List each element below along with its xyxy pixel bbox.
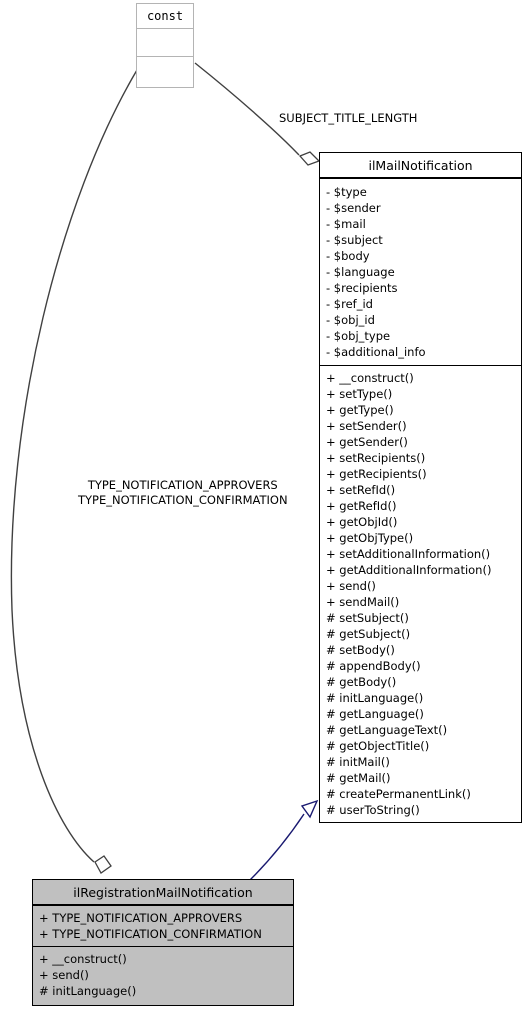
operation-row: + getType(): [326, 403, 394, 417]
operation-row: + setSender(): [326, 419, 407, 433]
attribute-row: - $type: [326, 185, 367, 199]
ilregistrationmailnotification-operations: + __construct() + send() # initLanguage(…: [33, 946, 293, 1004]
attribute-row: - $mail: [326, 217, 366, 231]
edge-label-line-1: TYPE_NOTIFICATION_APPROVERS: [87, 478, 278, 492]
operation-row: + setAdditionalInformation(): [326, 547, 491, 561]
ilmailnotification-operations: + __construct() + setType() + getType() …: [320, 365, 521, 823]
operation-row: # initLanguage(): [39, 984, 137, 998]
edge-const-to-mail: [194, 62, 300, 156]
ilmailnotification-title: ilMailNotification: [320, 153, 521, 179]
constant-row: + TYPE_NOTIFICATION_APPROVERS: [39, 911, 243, 925]
attribute-row: - $subject: [326, 233, 383, 247]
operation-row: # appendBody(): [326, 659, 421, 673]
operation-row: + setType(): [326, 387, 393, 401]
operation-row: # getSubject(): [326, 627, 411, 641]
inheritance-arrowhead: [300, 799, 319, 819]
operation-row: # getObjectTitle(): [326, 739, 430, 753]
operation-row: + getAdditionalInformation(): [326, 563, 492, 577]
edge-label-subject-title-length: SUBJECT_TITLE_LENGTH: [279, 111, 418, 125]
edge-const-to-registration: [10, 69, 138, 863]
operation-row: # getMail(): [326, 771, 391, 785]
attribute-row: - $language: [326, 265, 395, 279]
operation-row: # createPermanentLink(): [326, 787, 471, 801]
edge-registration-inherits-mail: [249, 813, 305, 881]
operation-row: + __construct(): [39, 952, 127, 966]
const-compartment-attributes: [137, 28, 193, 56]
operation-row: + getObjId(): [326, 515, 398, 529]
operation-row: + send(): [39, 968, 89, 982]
class-box-const[interactable]: const: [136, 3, 194, 88]
attribute-row: - $sender: [326, 201, 381, 215]
attribute-row: - $recipients: [326, 281, 398, 295]
aggregation-diamond-mail: [298, 151, 321, 166]
operation-row: # getLanguageText(): [326, 723, 448, 737]
diagram-canvas: const ilMailNotification - $type - $send…: [0, 0, 526, 1013]
ilregistrationmailnotification-constants: + TYPE_NOTIFICATION_APPROVERS + TYPE_NOT…: [33, 906, 293, 946]
edge-label-line-2: TYPE_NOTIFICATION_CONFIRMATION: [78, 493, 288, 507]
attribute-row: - $ref_id: [326, 297, 373, 311]
operation-row: + send(): [326, 579, 376, 593]
operation-row: + sendMail(): [326, 595, 400, 609]
operation-row: # setBody(): [326, 643, 395, 657]
attribute-row: - $obj_id: [326, 313, 375, 327]
edge-label-type-notifications: TYPE_NOTIFICATION_APPROVERS TYPE_NOTIFIC…: [78, 478, 288, 508]
attribute-row: - $obj_type: [326, 329, 391, 343]
operation-row: + __construct(): [326, 371, 414, 385]
operation-row: # initLanguage(): [326, 691, 424, 705]
operation-row: # initMail(): [326, 755, 390, 769]
operation-row: + getRefId(): [326, 499, 397, 513]
operation-row: # userToString(): [326, 803, 420, 817]
const-compartment-operations: [137, 56, 193, 84]
const-title: const: [146, 9, 184, 23]
operation-row: + setRecipients(): [326, 451, 426, 465]
operation-row: + getRecipients(): [326, 467, 427, 481]
operation-row: # getLanguage(): [326, 707, 424, 721]
operation-row: + getSender(): [326, 435, 408, 449]
attribute-row: - $additional_info: [326, 345, 426, 359]
operation-row: # getBody(): [326, 675, 397, 689]
class-box-ilregistrationmailnotification[interactable]: ilRegistrationMailNotification + TYPE_NO…: [32, 879, 294, 1006]
class-box-ilmailnotification[interactable]: ilMailNotification - $type - $sender - $…: [319, 152, 522, 823]
aggregation-diamond-registration: [94, 855, 112, 874]
operation-row: + getObjType(): [326, 531, 414, 545]
ilregistrationmailnotification-title: ilRegistrationMailNotification: [33, 880, 293, 906]
operation-row: + setRefId(): [326, 483, 396, 497]
operation-row: # setSubject(): [326, 611, 409, 625]
ilmailnotification-attributes: - $type - $sender - $mail - $subject - $…: [320, 179, 521, 365]
attribute-row: - $body: [326, 249, 370, 263]
constant-row: + TYPE_NOTIFICATION_CONFIRMATION: [39, 927, 262, 941]
